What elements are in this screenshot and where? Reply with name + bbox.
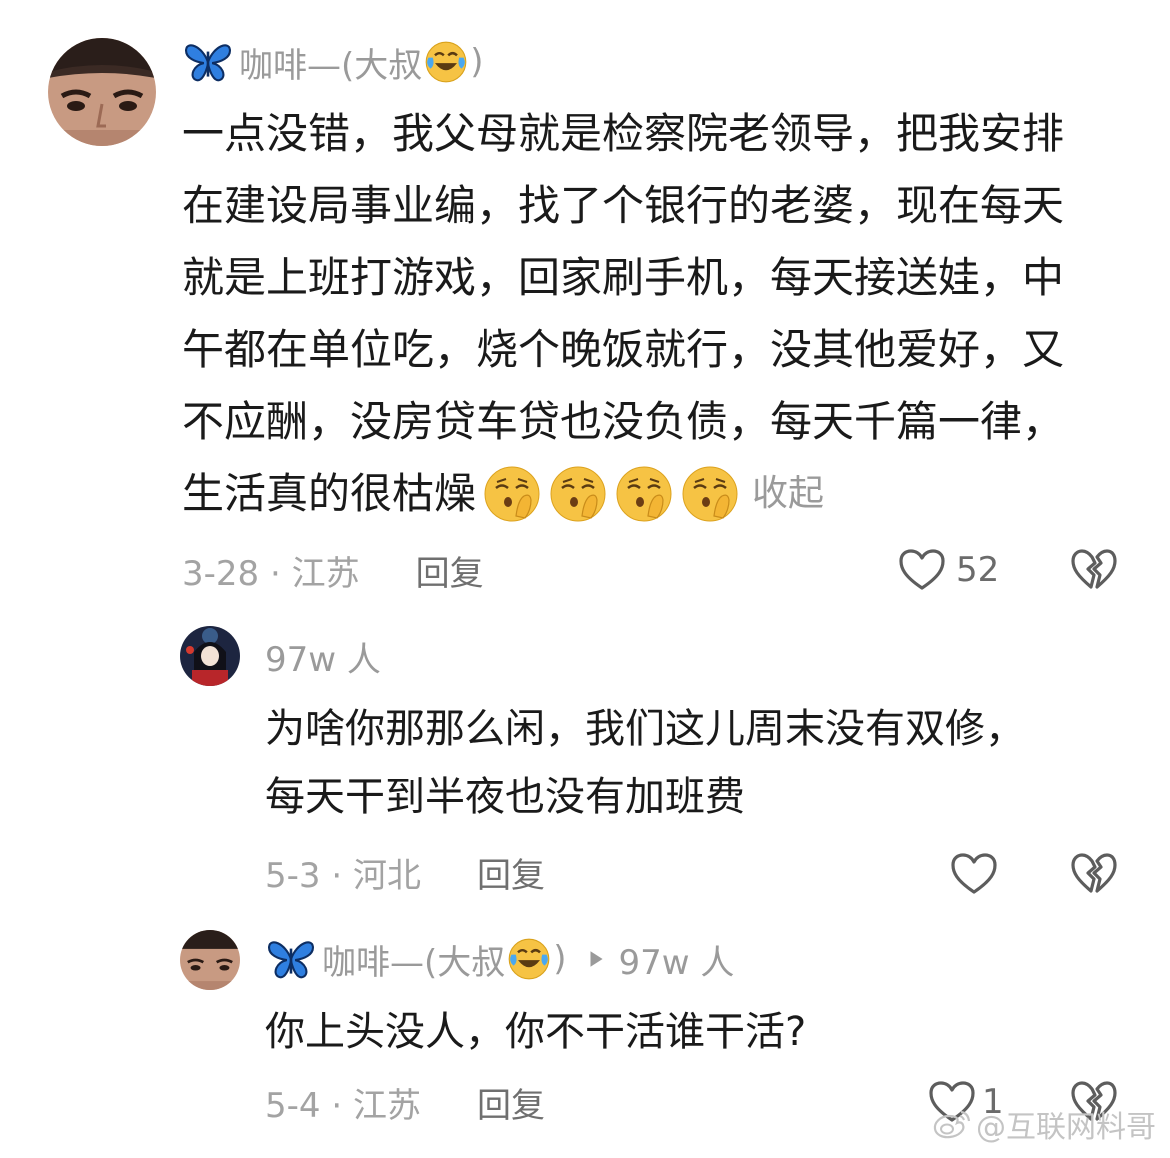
comment-meta: 5-4 · 江苏 回复 bbox=[265, 1078, 545, 1126]
comment-line: 为啥你那那么闲，我们这儿周末没有双修， bbox=[265, 706, 1025, 752]
comment-line: 每天干到半夜也没有加班费 bbox=[265, 774, 745, 820]
comment-meta: 3-28 · 江苏 回复 bbox=[182, 546, 484, 594]
collapse-link[interactable]: 收起 bbox=[752, 458, 824, 530]
author-name-row[interactable]: 咖啡—(大叔 ) 97w 人 bbox=[266, 935, 734, 983]
author-name: 97w 人 bbox=[265, 639, 381, 680]
reply-button[interactable]: 回复 bbox=[416, 546, 484, 595]
like-button[interactable] bbox=[950, 850, 998, 898]
comment-line: 午都在单位吃，烧个晚饭就行，没其他爱好，又 bbox=[182, 325, 1065, 374]
watermark: @互联网料哥 bbox=[932, 1102, 1156, 1146]
shushing-emoji-icon bbox=[548, 464, 608, 524]
avatar-face-image bbox=[48, 38, 156, 146]
heart-icon bbox=[898, 548, 946, 592]
butterfly-icon bbox=[266, 938, 316, 980]
avatar[interactable] bbox=[48, 38, 156, 146]
weibo-icon bbox=[932, 1108, 972, 1140]
shushing-emoji-icon bbox=[680, 464, 740, 524]
reply-arrow-icon bbox=[585, 948, 607, 970]
date-location: 5-4 · 江苏 bbox=[265, 1085, 421, 1126]
comment-text: 一点没错，我父母就是检察院老领导，把我安排 在建设局事业编，找了个银行的老婆，现… bbox=[182, 98, 1142, 530]
reply-button[interactable]: 回复 bbox=[477, 848, 545, 897]
comment-meta: 5-3 · 河北 回复 bbox=[265, 848, 545, 896]
joy-emoji-icon bbox=[424, 40, 468, 84]
like-button[interactable]: 52 bbox=[898, 546, 999, 594]
date-location: 5-3 · 河北 bbox=[265, 855, 421, 896]
comment-line: 一点没错，我父母就是检察院老领导，把我安排 bbox=[182, 109, 1065, 158]
comment-last-line: 生活真的很枯燥 收起 bbox=[182, 458, 1142, 530]
dislike-button[interactable] bbox=[1070, 546, 1118, 594]
avatar-anime-image bbox=[180, 626, 240, 686]
avatar-face-image bbox=[180, 930, 240, 990]
avatar[interactable] bbox=[180, 930, 240, 990]
author-name-suffix: ) bbox=[553, 939, 567, 979]
like-count: 52 bbox=[956, 550, 1000, 590]
shushing-emoji-icon bbox=[482, 464, 542, 524]
shushing-emoji-icon bbox=[614, 464, 674, 524]
comment-text: 为啥你那那么闲，我们这儿周末没有双修， 每天干到半夜也没有加班费 bbox=[265, 695, 1145, 831]
comment-text: 你上头没人，你不干活谁干活? bbox=[265, 998, 1145, 1066]
avatar[interactable] bbox=[180, 626, 240, 686]
dislike-button[interactable] bbox=[1070, 850, 1118, 898]
broken-heart-icon bbox=[1070, 548, 1118, 592]
comment-line: 不应酬，没房贷车贷也没负债，每天千篇一律， bbox=[182, 397, 1065, 446]
comment-1: 咖啡—(大叔 ) 一点没错，我父母就是检察院老领导，把我安排 在建设局事业编，找… bbox=[0, 0, 1170, 600]
heart-icon bbox=[950, 852, 998, 896]
date-location: 3-28 · 江苏 bbox=[182, 553, 360, 594]
comment-2: 97w 人 为啥你那那么闲，我们这儿周末没有双修， 每天干到半夜也没有加班费 5… bbox=[0, 600, 1170, 910]
comment-line: 你上头没人，你不干活谁干活? bbox=[265, 1009, 807, 1055]
joy-emoji-icon bbox=[507, 937, 551, 981]
comment-line: 就是上班打游戏，回家刷手机，每天接送娃，中 bbox=[182, 253, 1065, 302]
author-name-suffix: ) bbox=[470, 42, 484, 82]
reply-button[interactable]: 回复 bbox=[477, 1078, 545, 1127]
author-name-row[interactable]: 97w 人 bbox=[265, 632, 381, 680]
comment-line: 生活真的很枯燥 bbox=[182, 469, 477, 518]
author-name: 咖啡—(大叔 bbox=[322, 942, 506, 983]
broken-heart-icon bbox=[1070, 852, 1118, 896]
butterfly-icon bbox=[183, 41, 233, 83]
author-name-row[interactable]: 咖啡—(大叔 ) bbox=[183, 38, 484, 86]
reply-to-name[interactable]: 97w 人 bbox=[619, 935, 735, 984]
author-name: 咖啡—(大叔 bbox=[239, 45, 423, 86]
comment-line: 在建设局事业编，找了个银行的老婆，现在每天 bbox=[182, 181, 1065, 230]
watermark-text: @互联网料哥 bbox=[976, 1110, 1156, 1145]
